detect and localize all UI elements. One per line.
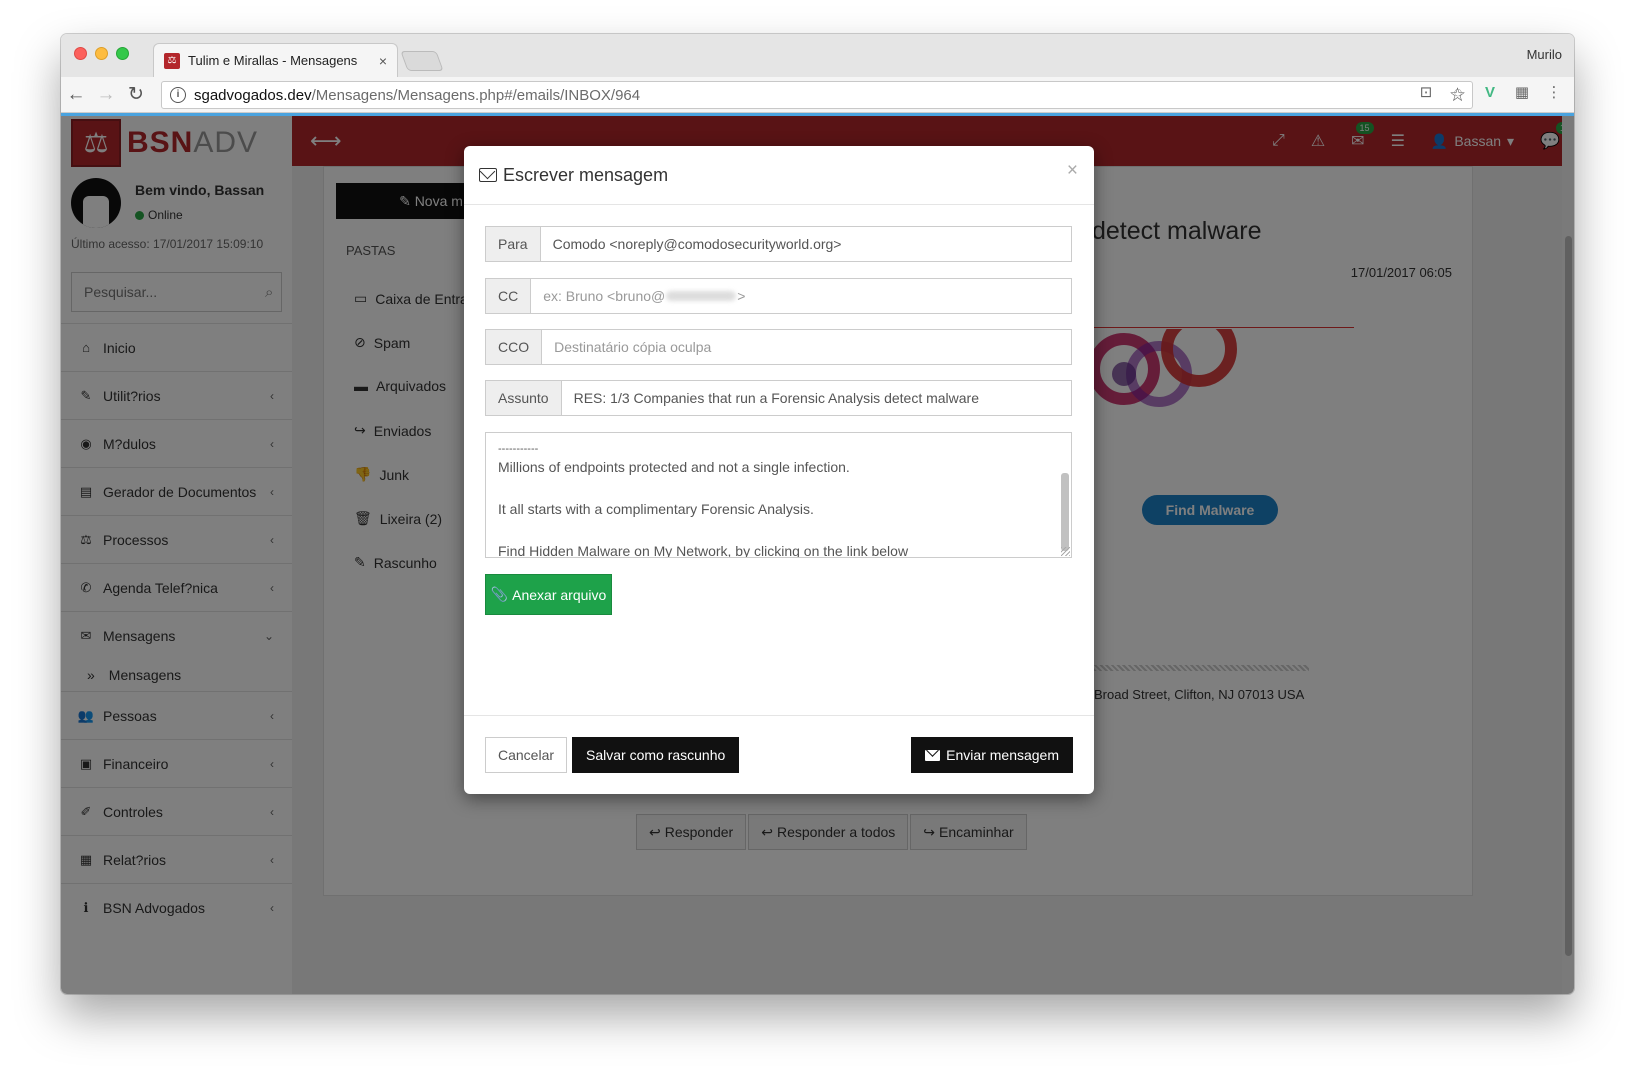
resize-handle-icon[interactable] xyxy=(1061,547,1070,556)
zoom-window-button[interactable] xyxy=(116,47,129,60)
modal-header: Escrever mensagem × xyxy=(464,146,1094,205)
url-path: /Mensagens/Mensagens.php#/emails/INBOX/9… xyxy=(311,86,641,104)
cast-icon[interactable]: ⊡ xyxy=(1416,83,1436,103)
browser-toolbar: ← → ↻ i sgadvogados.dev/Mensagens/Mensag… xyxy=(61,77,1574,113)
cc-input[interactable]: ex: Bruno <bruno@ > xyxy=(531,279,1071,313)
tab-title: Tulim e Mirallas - Mensagens xyxy=(188,53,358,68)
cancel-button[interactable]: Cancelar xyxy=(485,737,568,773)
minimize-window-button[interactable] xyxy=(95,47,108,60)
forward-button[interactable]: → xyxy=(91,84,121,106)
page-viewport: ⚖ BSNADV Bem vindo, Bassan Online Último… xyxy=(61,116,1574,994)
redacted-blur xyxy=(666,291,737,301)
info-icon[interactable]: i xyxy=(170,87,186,103)
attach-file-button[interactable]: 📎 Anexar arquivo xyxy=(485,574,612,615)
bcc-input[interactable]: Destinatário cópia oculpa xyxy=(542,330,1071,364)
bcc-field: CCO Destinatário cópia oculpa xyxy=(485,329,1072,365)
reload-button[interactable]: ↻ xyxy=(121,83,151,106)
body-line: Find Hidden Malware on My Network, by cl… xyxy=(498,543,909,558)
body-line: It all starts with a complimentary Foren… xyxy=(498,501,814,517)
extension-icons: ⊡ ◌ V ▦ ⋮ xyxy=(1416,83,1564,103)
cc-placeholder-end: > xyxy=(737,288,746,304)
paperclip-icon: 📎 xyxy=(490,586,509,602)
body-line: Millions of endpoints protected and not … xyxy=(498,459,850,475)
modal-title: Escrever mensagem xyxy=(503,164,669,185)
cc-label: CC xyxy=(486,279,532,313)
save-draft-button[interactable]: Salvar como rascunho xyxy=(572,737,740,773)
to-field: Para Comodo <noreply@comodosecurityworld… xyxy=(485,226,1072,262)
browser-window: ⚖ Tulim e Mirallas - Mensagens × Murilo … xyxy=(61,34,1574,994)
back-button[interactable]: ← xyxy=(61,84,91,106)
send-message-button[interactable]: Enviar mensagem xyxy=(911,737,1073,773)
envelope-icon xyxy=(479,168,497,182)
more-menu-icon[interactable]: ⋮ xyxy=(1544,83,1564,103)
close-tab-icon[interactable]: × xyxy=(379,53,387,69)
subject-label: Assunto xyxy=(486,381,562,415)
url-host: sgadvogados.dev xyxy=(194,86,312,104)
modal-footer: Cancelar Salvar como rascunho Enviar men… xyxy=(464,715,1094,794)
extension-circle-icon[interactable]: ◌ xyxy=(1448,83,1468,103)
vue-devtools-icon[interactable]: V xyxy=(1480,83,1500,103)
subject-field: Assunto RES: 1/3 Companies that run a Fo… xyxy=(485,380,1072,416)
tab-strip: ⚖ Tulim e Mirallas - Mensagens × Murilo xyxy=(61,34,1574,77)
profile-name[interactable]: Murilo xyxy=(1527,47,1562,62)
textarea-scrollbar[interactable] xyxy=(1061,473,1069,551)
compose-modal: Escrever mensagem × Para Comodo <noreply… xyxy=(464,146,1094,794)
to-label: Para xyxy=(486,227,541,261)
to-input[interactable]: Comodo <noreply@comodosecurityworld.org> xyxy=(541,227,1071,261)
browser-tab[interactable]: ⚖ Tulim e Mirallas - Mensagens × xyxy=(153,43,398,77)
new-tab-button[interactable] xyxy=(400,51,444,71)
scale-icon: ⚖ xyxy=(164,52,180,69)
cc-placeholder-start: ex: Bruno <bruno@ xyxy=(543,288,666,304)
address-bar[interactable]: i sgadvogados.dev/Mensagens/Mensagens.ph… xyxy=(161,81,1473,109)
extension-grid-icon[interactable]: ▦ xyxy=(1512,83,1532,103)
body-separator: ----------- xyxy=(498,443,539,455)
attach-label: Anexar arquivo xyxy=(512,586,607,603)
close-window-button[interactable] xyxy=(74,47,87,60)
message-body-textarea[interactable]: ----------- Millions of endpoints protec… xyxy=(485,432,1072,558)
close-icon[interactable]: × xyxy=(1067,160,1078,182)
subject-input[interactable]: RES: 1/3 Companies that run a Forensic A… xyxy=(562,381,1071,415)
window-controls xyxy=(74,47,129,60)
send-label: Enviar mensagem xyxy=(946,747,1059,763)
bcc-label: CCO xyxy=(486,330,543,364)
envelope-icon xyxy=(925,749,941,761)
cc-field: CC ex: Bruno <bruno@ > xyxy=(485,278,1072,314)
